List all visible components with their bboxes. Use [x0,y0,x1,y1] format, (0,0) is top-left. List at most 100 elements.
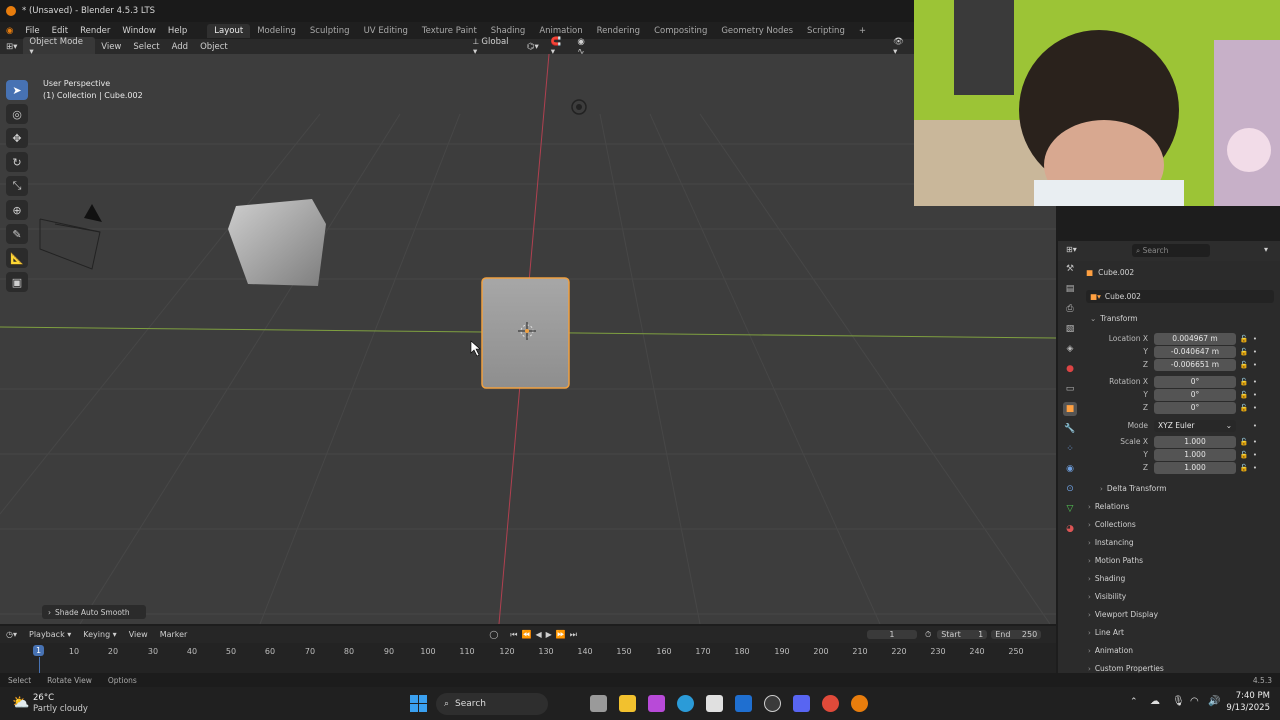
keyframe-dot-icon[interactable]: • [1252,464,1258,472]
tool-tab-icon[interactable]: ⚒ [1063,262,1077,276]
scale-x-field[interactable]: 1.000 [1154,435,1236,448]
onedrive-icon[interactable]: ☁ [1150,696,1160,707]
menu-render[interactable]: Render [74,26,116,36]
current-frame-field[interactable]: 1 [866,630,917,639]
collection-tab-icon[interactable]: ▭ [1063,382,1077,396]
keying-menu[interactable]: Keying ▾ [77,630,122,639]
pivot-icon[interactable]: ⌬▾ [521,42,545,52]
store-icon[interactable] [706,695,723,712]
lock-icon[interactable]: 🔓 [1239,348,1249,356]
panel-shading[interactable]: › Shading [1088,574,1125,583]
lock-icon[interactable]: 🔓 [1239,378,1249,386]
end-field[interactable]: End 250 [991,630,1042,639]
output-tab-icon[interactable]: ⎙ [1063,302,1077,316]
options-chevron-icon[interactable]: ▾ [1264,245,1268,254]
microphone-icon[interactable]: 🎙 [1172,696,1185,707]
properties-editor-icon[interactable]: ⊞▾ [1066,245,1077,254]
modifier-tab-icon[interactable]: 🔧 [1063,422,1077,436]
menu-help[interactable]: Help [162,26,193,36]
add-workspace-icon[interactable]: + [852,24,873,38]
object-name-field[interactable]: ■▾ Cube.002 [1086,290,1274,303]
annotate-tool-icon[interactable]: ✎ [6,224,28,244]
tab-rendering[interactable]: Rendering [590,24,647,38]
cursor-tool-icon[interactable]: ◎ [6,104,28,124]
panel-visibility[interactable]: › Visibility [1088,592,1126,601]
constraints-tab-icon[interactable]: ⊙ [1063,482,1077,496]
rotation-y-field[interactable]: 0° [1154,388,1236,401]
keyframe-dot-icon[interactable]: • [1252,451,1258,459]
playback-controls[interactable]: ⏮⏪◀▶⏩⏭ [504,630,587,640]
selected-cube-object[interactable] [481,277,570,389]
rotation-z-field[interactable]: 0° [1154,401,1236,414]
camera-object[interactable] [39,204,102,270]
rotation-x-field[interactable]: 0° [1154,375,1236,388]
render-tab-icon[interactable]: ▤ [1063,282,1077,296]
windows-start-icon[interactable] [410,695,427,712]
tab-shading[interactable]: Shading [484,24,533,38]
panel-custom-properties[interactable]: › Custom Properties [1088,664,1164,673]
cube-object[interactable] [228,199,326,286]
menu-object[interactable]: Object [194,42,234,52]
menu-view[interactable]: View [95,42,127,52]
lock-icon[interactable]: 🔓 [1239,335,1249,343]
lock-icon[interactable]: 🔓 [1239,464,1249,472]
file-explorer-icon[interactable] [619,695,636,712]
task-view-icon[interactable] [590,695,607,712]
weather-desc[interactable]: Partly cloudy [33,704,88,714]
tab-compositing[interactable]: Compositing [647,24,714,38]
copilot-icon[interactable] [648,695,665,712]
tray-chevron-icon[interactable]: ⌃ [1130,697,1138,707]
add-cube-tool-icon[interactable]: ▣ [6,272,28,292]
location-x-field[interactable]: 0.004967 m [1154,332,1236,345]
marker-menu[interactable]: Marker [154,630,194,639]
tab-scripting[interactable]: Scripting [800,24,852,38]
tab-geometry-nodes[interactable]: Geometry Nodes [714,24,800,38]
edge-icon[interactable] [677,695,694,712]
keyframe-dot-icon[interactable]: • [1252,348,1258,356]
wifi-icon[interactable]: ◠ [1190,696,1199,707]
panel-animation[interactable]: › Animation [1088,646,1133,655]
menu-select[interactable]: Select [127,42,165,52]
taskbar-search-box[interactable]: ⌕ Search [436,693,548,715]
clock-time[interactable]: 7:40 PM [1226,691,1270,701]
material-tab-icon[interactable]: ◕ [1063,522,1077,536]
weather-temp[interactable]: 26°C [33,693,54,703]
tab-texture-paint[interactable]: Texture Paint [415,24,484,38]
start-field[interactable]: Start 1 [937,630,988,639]
timeline-editor-icon[interactable]: ◷▾ [0,630,23,639]
last-operator-panel[interactable]: › Shade Auto Smooth [42,605,146,619]
blender-taskbar-icon[interactable] [851,695,868,712]
scale-y-field[interactable]: 1.000 [1154,448,1236,461]
lock-icon[interactable]: 🔓 [1239,391,1249,399]
move-tool-icon[interactable]: ✥ [6,128,28,148]
panel-motion-paths[interactable]: › Motion Paths [1088,556,1143,565]
timeline-ruler[interactable]: 1 10 20 30 40 50 60 70 80 90 100 110 120… [0,643,1056,673]
keyframe-dot-icon[interactable]: • [1252,361,1258,369]
panel-instancing[interactable]: › Instancing [1088,538,1134,547]
outlook-icon[interactable] [735,695,752,712]
properties-search-input[interactable]: ⌕ Search [1132,244,1210,257]
delta-transform-subpanel[interactable]: › Delta Transform [1100,484,1167,493]
discord-icon[interactable] [793,695,810,712]
transform-tool-icon[interactable]: ⊕ [6,200,28,220]
keyframe-dot-icon[interactable]: • [1252,404,1258,412]
chrome-icon[interactable] [822,695,839,712]
panel-collections[interactable]: › Collections [1088,520,1136,529]
keyframe-dot-icon[interactable]: • [1252,335,1258,343]
keyframe-dot-icon[interactable]: • [1252,378,1258,386]
volume-icon[interactable]: 🔊 [1208,696,1220,707]
panel-viewport-display[interactable]: › Viewport Display [1088,610,1158,619]
editor-type-icon[interactable]: ⊞▾ [0,42,23,52]
menu-add[interactable]: Add [166,42,194,52]
data-tab-icon[interactable]: ▽ [1063,502,1077,516]
menu-window[interactable]: Window [116,26,162,36]
tab-sculpting[interactable]: Sculpting [303,24,357,38]
rotation-mode-dropdown[interactable]: XYZ Euler ⌄ [1154,419,1236,432]
location-y-field[interactable]: -0.040647 m [1154,345,1236,358]
view-layer-tab-icon[interactable]: ▧ [1063,322,1077,336]
select-tool-icon[interactable]: ➤ [6,80,28,100]
weather-icon[interactable]: ⛅ [12,695,29,711]
clock-date[interactable]: 9/13/2025 [1222,703,1270,713]
playhead-frame[interactable]: 1 [33,645,45,656]
playback-menu[interactable]: Playback ▾ [23,630,77,639]
